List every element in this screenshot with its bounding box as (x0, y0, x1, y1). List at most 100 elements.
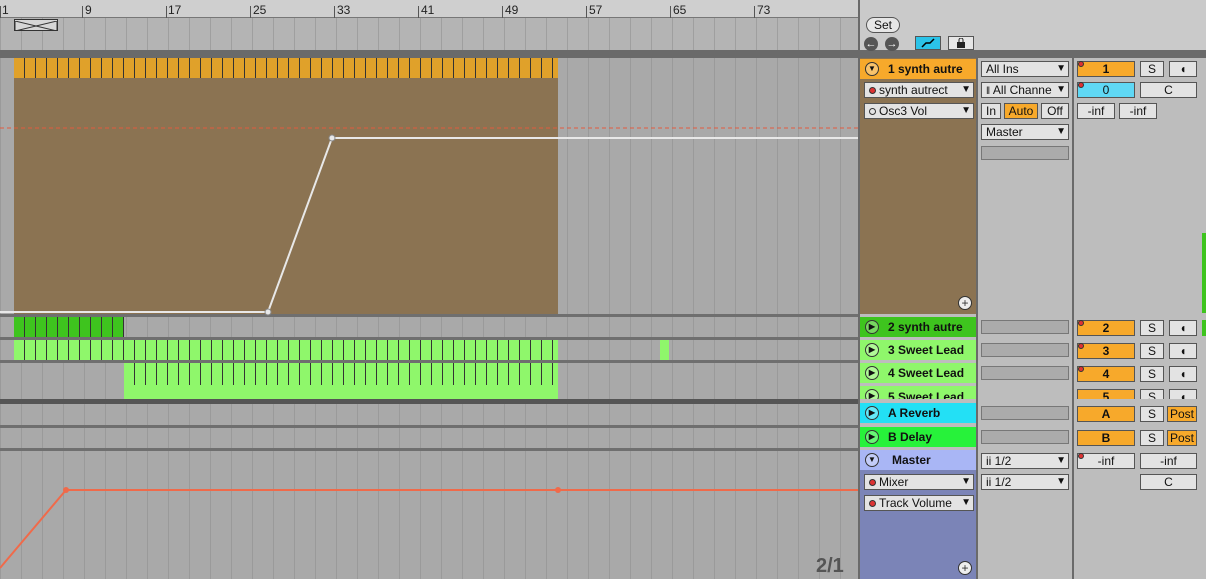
ruler-tick (250, 6, 251, 18)
solo-button[interactable]: S (1140, 320, 1164, 336)
solo-button[interactable]: S (1140, 430, 1164, 446)
master-title[interactable]: ▼ Master (860, 450, 976, 470)
return-b-io[interactable] (981, 430, 1069, 444)
track-name: Master (892, 453, 931, 467)
record-arm-icon[interactable]: ◖ (1169, 389, 1197, 399)
device-chooser[interactable]: synth autrect ▼ (864, 82, 974, 98)
master-header[interactable]: ▼ Master Mixer ▼ Track Volume ▼ + (860, 450, 976, 579)
solo-button[interactable]: S (1140, 61, 1164, 77)
bar-ruler[interactable]: 1 9 17 25 33 41 49 57 65 73 (0, 0, 858, 18)
solo-button[interactable]: S (1140, 343, 1164, 359)
loop-brace[interactable] (14, 19, 58, 32)
track-3-header[interactable]: ▶ 3 Sweet Lead (860, 340, 976, 360)
fold-down-icon[interactable]: ▼ (865, 62, 879, 76)
cue-out-chooser[interactable]: ii 1/2 ▼ (981, 453, 1069, 469)
monitor-in-button[interactable]: In (981, 103, 1001, 119)
divider (0, 50, 1206, 58)
automation-envelopes[interactable] (0, 58, 858, 579)
track-name: 5 Sweet Lead (888, 390, 965, 399)
track-4-header[interactable]: ▶ 4 Sweet Lead (860, 363, 976, 383)
solo-button[interactable]: S (1140, 389, 1164, 399)
input-type-label: All Ins (986, 62, 1019, 76)
track-2-io[interactable] (981, 320, 1069, 334)
post-button[interactable]: Post (1167, 406, 1197, 422)
track-1-header[interactable]: ▼ 1 synth autre synth autrect ▼ Osc3 Vol ▼… (860, 58, 976, 314)
track-activator-2[interactable]: 2 (1077, 320, 1135, 336)
ruler-tick (502, 6, 503, 18)
ruler-tick (754, 6, 755, 18)
parameter-chooser[interactable]: Osc3 Vol ▼ (864, 103, 974, 119)
play-icon[interactable]: ▶ (865, 343, 879, 357)
track-1-title[interactable]: ▼ 1 synth autre (860, 59, 976, 79)
master-meter-right: -inf (1140, 453, 1197, 469)
pan-field[interactable]: C (1140, 82, 1197, 98)
master-parameter-chooser[interactable]: Track Volume ▼ (864, 495, 974, 511)
arrow-right-icon[interactable]: → (885, 37, 899, 51)
record-arm-icon[interactable]: ◖ (1169, 61, 1197, 77)
track-name: 2 synth autre (888, 320, 963, 334)
track-2-header[interactable]: ▶ 2 synth autre (860, 317, 976, 337)
parameter-label: Osc3 Vol (879, 104, 928, 118)
return-a-header[interactable]: ▶ A Reverb (860, 403, 976, 423)
mixer-column: 1 S ◖ 0 C -inf -inf 2 S ◖ 3 S ◖ 4 S ◖ 5 … (1072, 58, 1206, 579)
play-icon[interactable]: ▶ (865, 320, 879, 334)
draw-mode-icon[interactable] (915, 36, 941, 50)
loop-region-strip[interactable] (0, 18, 858, 50)
play-icon[interactable]: ▶ (865, 430, 879, 444)
dropdown-arrow-icon: ▼ (1056, 455, 1066, 466)
track-3-io[interactable] (981, 343, 1069, 357)
set-button[interactable]: Set (866, 17, 900, 33)
fold-down-icon[interactable]: ▼ (865, 453, 879, 467)
master-device-chooser[interactable]: Mixer ▼ (864, 474, 974, 490)
ruler-bar-label: 1 (2, 3, 9, 17)
ruler-bar-label: 73 (757, 3, 771, 17)
track-activator-4[interactable]: 4 (1077, 366, 1135, 382)
automation-breakpoint[interactable] (555, 487, 561, 493)
play-icon[interactable]: ▶ (865, 366, 879, 380)
volume-field[interactable]: 0 (1077, 82, 1135, 98)
return-a-io[interactable] (981, 406, 1069, 420)
return-activator-b[interactable]: B (1077, 430, 1135, 446)
track-5-header[interactable]: ▶ 5 Sweet Lead (860, 386, 976, 399)
track-activator-3[interactable]: 3 (1077, 343, 1135, 359)
play-icon[interactable]: ▶ (865, 389, 879, 399)
automation-breakpoint[interactable] (63, 487, 69, 493)
master-out-chooser[interactable]: ii 1/2 ▼ (981, 474, 1069, 490)
header-controls: Set ← → (858, 0, 1206, 51)
input-type-chooser[interactable]: All Ins ▼ (981, 61, 1069, 77)
meter-left: -inf (1077, 103, 1115, 119)
input-channel-chooser[interactable]: ǁ All Channe ▼ (981, 82, 1069, 98)
return-activator-a[interactable]: A (1077, 406, 1135, 422)
record-arm-icon[interactable]: ◖ (1169, 320, 1197, 336)
record-arm-icon[interactable]: ◖ (1169, 366, 1197, 382)
arrow-left-icon[interactable]: ← (864, 37, 878, 51)
io-column: All Ins ▼ ǁ All Channe ▼ In Auto Off Maste… (976, 58, 1072, 579)
automation-breakpoint[interactable] (264, 308, 272, 316)
post-button[interactable]: Post (1167, 430, 1197, 446)
lock-icon[interactable] (948, 36, 974, 50)
ruler-bar-label: 25 (253, 3, 267, 17)
track1-automation-line[interactable] (0, 137, 858, 313)
solo-button[interactable]: S (1140, 366, 1164, 382)
monitor-off-button[interactable]: Off (1041, 103, 1069, 119)
solo-button[interactable]: S (1140, 406, 1164, 422)
dropdown-arrow-icon: ▼ (961, 497, 971, 508)
output-label: Master (986, 125, 1023, 139)
arm-indicator-icon (1078, 61, 1084, 67)
add-automation-lane-icon[interactable]: + (958, 296, 972, 310)
return-b-header[interactable]: ▶ B Delay (860, 427, 976, 447)
record-arm-icon[interactable]: ◖ (1169, 343, 1197, 359)
track-4-io[interactable] (981, 366, 1069, 380)
device-dot-icon (869, 87, 876, 94)
master-automation-line[interactable] (0, 489, 858, 569)
track-activator-1[interactable]: 1 (1077, 61, 1135, 77)
automation-breakpoint[interactable] (328, 134, 336, 142)
add-automation-lane-icon[interactable]: + (958, 561, 972, 575)
play-icon[interactable]: ▶ (865, 406, 879, 420)
track-name: A Reverb (888, 406, 941, 420)
track-activator-5[interactable]: 5 (1077, 389, 1135, 399)
output-chooser[interactable]: Master ▼ (981, 124, 1069, 140)
monitor-auto-button[interactable]: Auto (1004, 103, 1038, 119)
master-pan-field[interactable]: C (1140, 474, 1197, 490)
output-channel-chooser[interactable] (981, 146, 1069, 160)
